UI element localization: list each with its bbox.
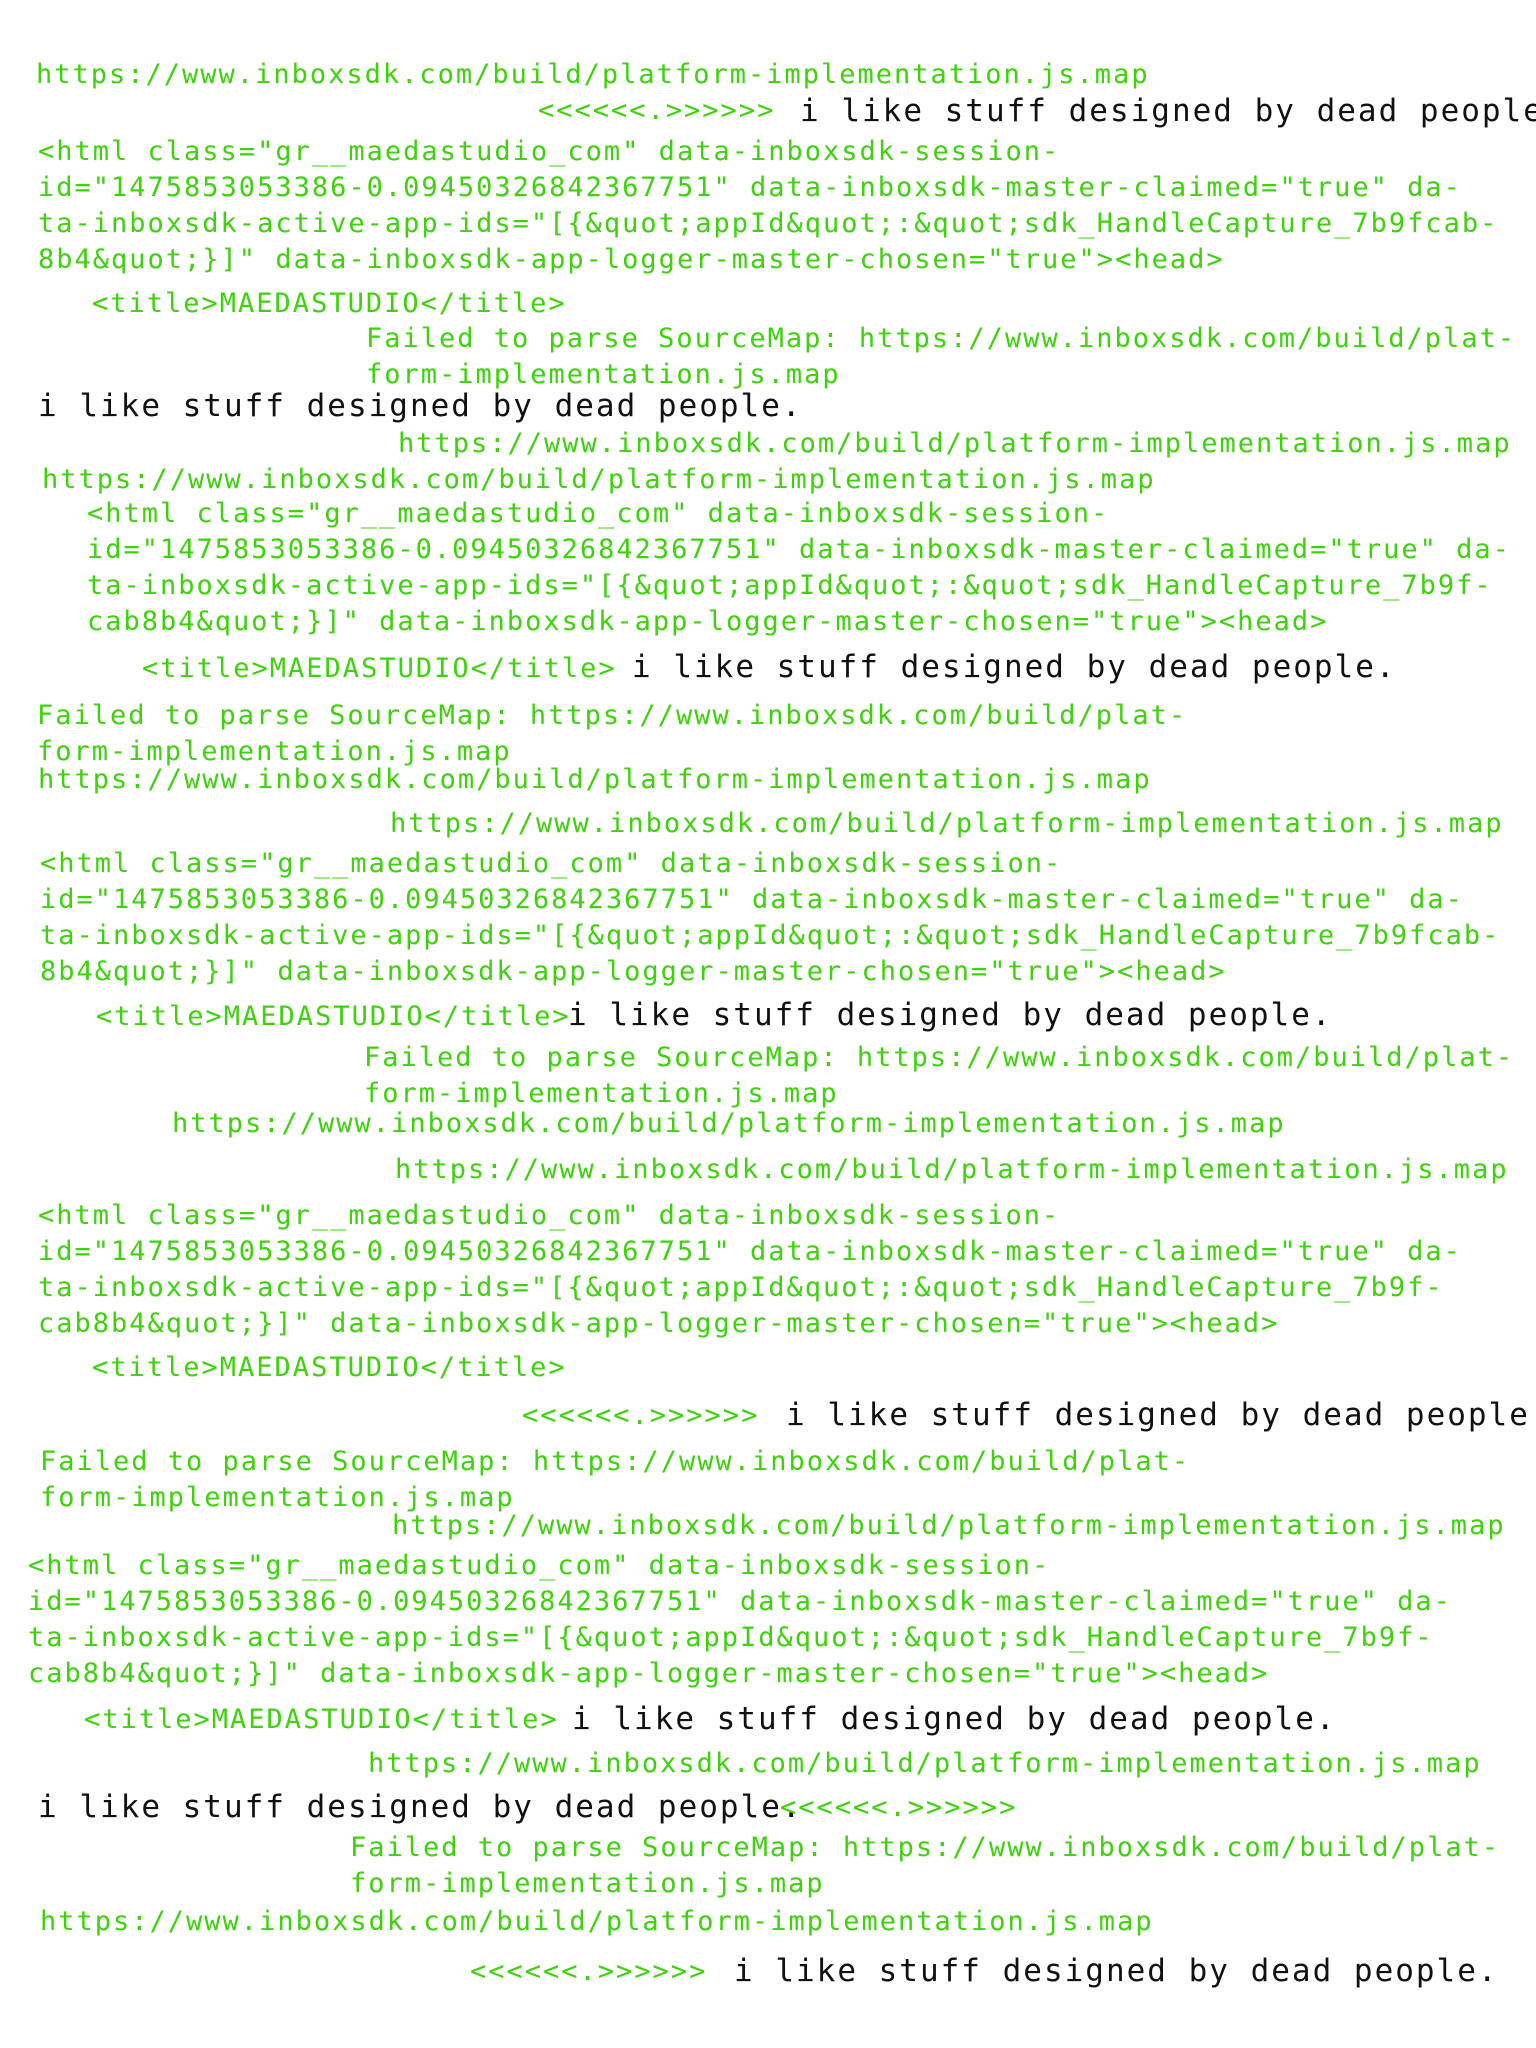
html-source-line: id="1475853053386-0.09450326842367751" d… bbox=[40, 884, 1464, 915]
html-source-line: id="1475853053386-0.09450326842367751" d… bbox=[87, 534, 1511, 565]
tagline-text: i like stuff designed by dead people. bbox=[734, 1953, 1499, 1989]
html-source-line: cab8b4&quot;}]" data-inboxsdk-app-logger… bbox=[38, 1308, 1280, 1339]
failed-sourcemap-block: Failed to parse SourceMap: https://www.i… bbox=[37, 698, 1187, 770]
html-source-line: <html class="gr__maedastudio_com" data-i… bbox=[38, 136, 1061, 167]
map-url-text: https://www.inboxsdk.com/build/platform-… bbox=[36, 59, 1150, 90]
tagline-text: i like stuff designed by dead people. bbox=[786, 1397, 1536, 1433]
tagline-text: i like stuff designed by dead people. bbox=[632, 649, 1397, 685]
html-source-line: ta-inboxsdk-active-app-ids="[{&quot;appI… bbox=[38, 1272, 1444, 1303]
failed-sourcemap-line: Failed to parse SourceMap: https://www.i… bbox=[37, 700, 1188, 731]
failed-sourcemap-line: Failed to parse SourceMap: https://www.i… bbox=[40, 1446, 1191, 1477]
failed-sourcemap-block: Failed to parse SourceMap: https://www.i… bbox=[40, 1444, 1190, 1516]
title-tag-text: <title>MAEDASTUDIO</title> bbox=[142, 653, 617, 684]
arrows-text: <<<<<<.>>>>>> bbox=[780, 1792, 1018, 1823]
failed-sourcemap-block: Failed to parse SourceMap: https://www.i… bbox=[364, 1040, 1514, 1112]
html-source-block: <html class="gr__maedastudio_com" data-i… bbox=[87, 496, 1511, 640]
html-source-line: ta-inboxsdk-active-app-ids="[{&quot;appI… bbox=[40, 920, 1501, 951]
html-source-line: 8b4&quot;}]" data-inboxsdk-app-logger-ma… bbox=[40, 956, 1227, 987]
map-url-text: https://www.inboxsdk.com/build/platform-… bbox=[398, 428, 1512, 459]
html-source-line: <html class="gr__maedastudio_com" data-i… bbox=[28, 1550, 1051, 1581]
arrows-text: <<<<<<.>>>>>> bbox=[522, 1400, 760, 1431]
map-url-text: https://www.inboxsdk.com/build/platform-… bbox=[42, 464, 1156, 495]
failed-sourcemap-block: Failed to parse SourceMap: https://www.i… bbox=[350, 1830, 1500, 1902]
failed-sourcemap-block: Failed to parse SourceMap: https://www.i… bbox=[366, 321, 1516, 393]
html-source-line: id="1475853053386-0.09450326842367751" d… bbox=[38, 172, 1462, 203]
title-tag-text: <title>MAEDASTUDIO</title> bbox=[92, 288, 567, 319]
map-url-text: https://www.inboxsdk.com/build/platform-… bbox=[38, 764, 1152, 795]
map-url-text: https://www.inboxsdk.com/build/platform-… bbox=[395, 1154, 1509, 1185]
failed-sourcemap-line: form-implementation.js.map bbox=[350, 1868, 825, 1899]
html-source-line: cab8b4&quot;}]" data-inboxsdk-app-logger… bbox=[87, 606, 1329, 637]
title-tag-text: <title>MAEDASTUDIO</title> bbox=[96, 1001, 571, 1032]
html-source-block: <html class="gr__maedastudio_com" data-i… bbox=[38, 134, 1498, 278]
failed-sourcemap-line: Failed to parse SourceMap: https://www.i… bbox=[366, 323, 1517, 354]
arrows-text: <<<<<<.>>>>>> bbox=[538, 95, 776, 126]
tagline-text: i like stuff designed by dead people. bbox=[38, 388, 803, 424]
map-url-text: https://www.inboxsdk.com/build/platform-… bbox=[368, 1748, 1482, 1779]
tagline-text: i like stuff designed by dead people. bbox=[800, 93, 1536, 129]
html-source-line: ta-inboxsdk-active-app-ids="[{&quot;appI… bbox=[87, 570, 1493, 601]
map-url-text: https://www.inboxsdk.com/build/platform-… bbox=[392, 1510, 1506, 1541]
failed-sourcemap-line: Failed to parse SourceMap: https://www.i… bbox=[350, 1832, 1501, 1863]
failed-sourcemap-line: Failed to parse SourceMap: https://www.i… bbox=[364, 1042, 1515, 1073]
html-source-line: ta-inboxsdk-active-app-ids="[{&quot;appI… bbox=[28, 1622, 1434, 1653]
title-tag-text: <title>MAEDASTUDIO</title> bbox=[84, 1704, 559, 1735]
html-source-line: id="1475853053386-0.09450326842367751" d… bbox=[28, 1586, 1452, 1617]
html-source-line: <html class="gr__maedastudio_com" data-i… bbox=[40, 848, 1063, 879]
html-source-line: <html class="gr__maedastudio_com" data-i… bbox=[38, 1200, 1061, 1231]
html-source-block: <html class="gr__maedastudio_com" data-i… bbox=[38, 1198, 1462, 1342]
html-source-line: cab8b4&quot;}]" data-inboxsdk-app-logger… bbox=[28, 1658, 1270, 1689]
tagline-text: i like stuff designed by dead people. bbox=[568, 997, 1333, 1033]
html-source-line: 8b4&quot;}]" data-inboxsdk-app-logger-ma… bbox=[38, 244, 1225, 275]
tagline-text: i like stuff designed by dead people. bbox=[572, 1701, 1337, 1737]
map-url-text: https://www.inboxsdk.com/build/platform-… bbox=[172, 1108, 1286, 1139]
html-source-block: <html class="gr__maedastudio_com" data-i… bbox=[40, 846, 1500, 990]
html-source-line: <html class="gr__maedastudio_com" data-i… bbox=[87, 498, 1110, 529]
html-source-line: ta-inboxsdk-active-app-ids="[{&quot;appI… bbox=[38, 208, 1499, 239]
map-url-text: https://www.inboxsdk.com/build/platform-… bbox=[390, 808, 1504, 839]
html-source-block: <html class="gr__maedastudio_com" data-i… bbox=[28, 1548, 1452, 1692]
tagline-text: i like stuff designed by dead people. bbox=[38, 1789, 803, 1825]
arrows-text: <<<<<<.>>>>>> bbox=[470, 1956, 708, 1987]
title-tag-text: <title>MAEDASTUDIO</title> bbox=[92, 1352, 567, 1383]
html-source-line: id="1475853053386-0.09450326842367751" d… bbox=[38, 1236, 1462, 1267]
map-url-text: https://www.inboxsdk.com/build/platform-… bbox=[40, 1906, 1154, 1937]
